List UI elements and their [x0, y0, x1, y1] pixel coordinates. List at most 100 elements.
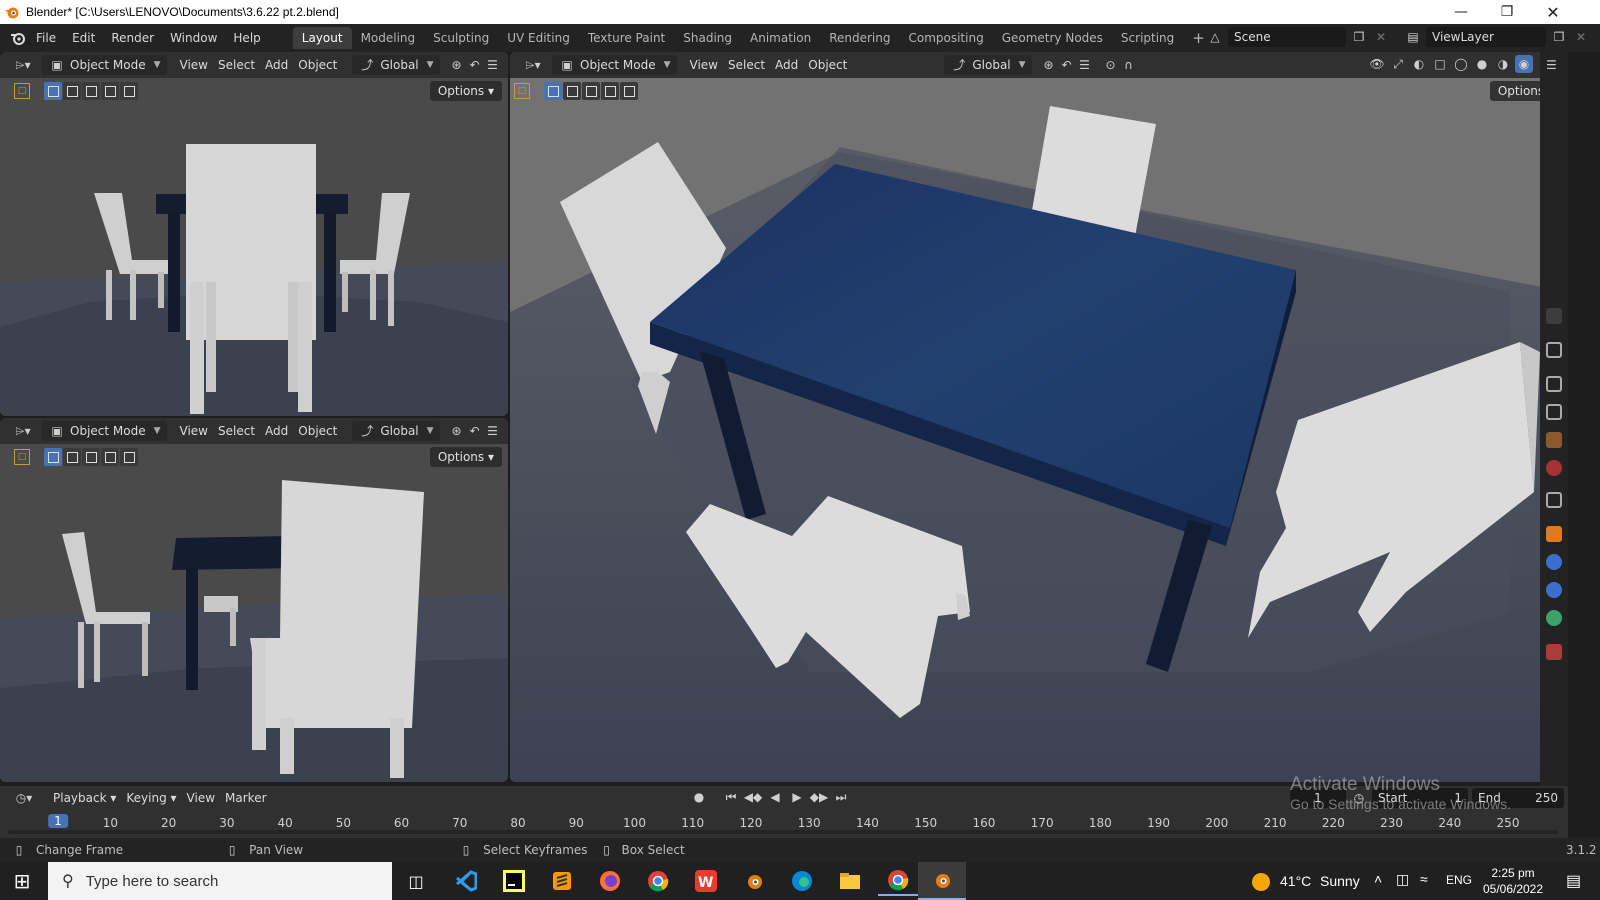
proportional-edit-icon[interactable]: ☰ [484, 56, 502, 74]
view-menu[interactable]: View [175, 55, 213, 75]
render-properties-icon[interactable] [1546, 342, 1562, 358]
select-invert-icon[interactable] [601, 82, 619, 100]
weather-sun-icon[interactable] [1252, 873, 1270, 891]
usb-device-icon[interactable]: ◫ [1396, 871, 1409, 888]
select-extend-icon[interactable] [63, 82, 81, 100]
visibility-icon[interactable]: 👁 [1368, 55, 1386, 73]
mode-dropdown[interactable]: ▣ Object Mode ▼ [42, 55, 167, 75]
orientation-dropdown[interactable]: ⤴ Global ▼ [352, 421, 440, 441]
select-new-icon[interactable] [44, 448, 62, 466]
snap-icon[interactable]: ↶ [466, 422, 484, 440]
tool-properties-icon[interactable] [1546, 308, 1562, 324]
select-box-tool-icon[interactable]: □ [514, 83, 530, 99]
select-subtract-icon[interactable] [82, 82, 100, 100]
wireframe-shading-icon[interactable]: ◯ [1452, 55, 1470, 73]
edge-icon[interactable] [782, 866, 822, 896]
viewport-scene-render[interactable] [0, 52, 508, 416]
tab-modeling[interactable]: Modeling [352, 27, 425, 49]
world-properties-icon[interactable] [1546, 460, 1562, 476]
new-scene-icon[interactable]: ❐ [1350, 28, 1368, 46]
minimize-button[interactable]: — [1438, 0, 1484, 24]
scene-properties-icon[interactable] [1546, 432, 1562, 448]
xray-icon[interactable]: □ [1431, 55, 1449, 73]
scene-name-field[interactable]: Scene [1228, 27, 1346, 47]
pivot-icon[interactable]: ⊛ [448, 422, 466, 440]
outliner-icon[interactable]: ☰ [1546, 58, 1562, 74]
wps-office-icon[interactable]: W [686, 866, 726, 896]
output-properties-icon[interactable] [1546, 376, 1562, 392]
tab-scripting[interactable]: Scripting [1112, 27, 1183, 49]
menu-window[interactable]: Window [162, 27, 225, 49]
remove-scene-icon[interactable]: ✕ [1372, 28, 1390, 46]
selection-mode-buttons[interactable] [44, 448, 138, 466]
chrome-icon[interactable] [638, 866, 678, 896]
taskbar-search-box[interactable]: ⚲ Type here to search [48, 862, 392, 900]
falloff-curve-icon[interactable]: ∩ [1120, 56, 1138, 74]
task-view-icon[interactable]: ◫ [396, 866, 436, 896]
select-subtract-icon[interactable] [82, 448, 100, 466]
view-menu[interactable]: View [685, 55, 723, 75]
viewport-scene-render[interactable] [510, 52, 1568, 782]
physics-properties-icon[interactable] [1546, 582, 1562, 598]
mode-dropdown[interactable]: ▣ Object Mode ▼ [552, 55, 677, 75]
timeline-scrollbar[interactable] [8, 830, 1558, 834]
add-menu[interactable]: Add [770, 55, 803, 75]
tab-geometry-nodes[interactable]: Geometry Nodes [993, 27, 1112, 49]
firefox-icon[interactable] [590, 866, 630, 896]
current-frame-indicator[interactable]: 1 [48, 814, 68, 828]
editor-type-icon[interactable]: ⌲▾ [10, 422, 36, 440]
select-menu[interactable]: Select [213, 421, 260, 441]
restore-button[interactable]: ❐ [1484, 0, 1530, 24]
select-box-tool-icon[interactable]: □ [14, 449, 30, 465]
viewport-main[interactable]: ⌲▾ ▣ Object Mode ▼ View Select Add Object … [510, 52, 1568, 782]
texture-properties-icon[interactable] [1546, 644, 1562, 660]
tab-uv-editing[interactable]: UV Editing [498, 27, 579, 49]
modifier-properties-icon[interactable] [1546, 554, 1562, 570]
options-dropdown[interactable]: Options ▾ [429, 447, 502, 467]
new-viewlayer-icon[interactable]: ❐ [1550, 28, 1568, 46]
viewport-top-left[interactable]: ⌲▾ ▣ Object Mode ▼ View Select Add Object … [0, 52, 508, 416]
solid-shading-icon[interactable]: ● [1473, 55, 1491, 73]
menu-edit[interactable]: Edit [64, 27, 103, 49]
select-extend-icon[interactable] [63, 448, 81, 466]
select-new-icon[interactable] [544, 82, 562, 100]
select-menu[interactable]: Select [723, 55, 770, 75]
proportional-falloff-icon[interactable]: ⊙ [1102, 56, 1120, 74]
select-intersect-icon[interactable] [620, 82, 638, 100]
options-dropdown[interactable]: Options ▾ [429, 81, 502, 101]
select-intersect-icon[interactable] [120, 448, 138, 466]
file-explorer-icon[interactable] [830, 866, 870, 896]
tab-layout[interactable]: Layout [292, 27, 352, 49]
pivot-icon[interactable]: ⊛ [448, 56, 466, 74]
taskbar-clock[interactable]: 2:25 pm 05/06/2022 [1478, 865, 1548, 897]
view-layer-properties-icon[interactable] [1546, 404, 1562, 420]
object-menu[interactable]: Object [293, 55, 342, 75]
view-menu[interactable]: View [175, 421, 213, 441]
proportional-edit-icon[interactable]: ☰ [484, 422, 502, 440]
notifications-icon[interactable]: ▤ [1566, 871, 1581, 891]
select-subtract-icon[interactable] [582, 82, 600, 100]
snap-icon[interactable]: ↶ [1058, 56, 1076, 74]
menu-file[interactable]: File [28, 27, 64, 49]
select-extend-icon[interactable] [563, 82, 581, 100]
tab-texture-paint[interactable]: Texture Paint [579, 27, 674, 49]
viewport-scene-render[interactable] [0, 418, 508, 782]
collection-properties-icon[interactable] [1546, 492, 1562, 508]
blender-menu-icon[interactable] [8, 29, 28, 47]
object-properties-icon[interactable] [1546, 526, 1562, 542]
object-menu[interactable]: Object [293, 421, 342, 441]
proportional-edit-icon[interactable]: ☰ [1076, 56, 1094, 74]
select-menu[interactable]: Select [213, 55, 260, 75]
pivot-icon[interactable]: ⊛ [1040, 56, 1058, 74]
add-menu[interactable]: Add [260, 421, 293, 441]
select-box-tool-icon[interactable]: □ [14, 83, 30, 99]
viewport-bottom-left[interactable]: ⌲▾ ▣ Object Mode ▼ View Select Add Object … [0, 418, 508, 782]
object-menu[interactable]: Object [803, 55, 852, 75]
weather-condition[interactable]: Sunny [1320, 873, 1360, 889]
menu-render[interactable]: Render [103, 27, 162, 49]
select-intersect-icon[interactable] [120, 82, 138, 100]
menu-help[interactable]: Help [225, 27, 268, 49]
add-menu[interactable]: Add [260, 55, 293, 75]
tab-sculpting[interactable]: Sculpting [424, 27, 498, 49]
windows-start-icon[interactable]: ⊞ [2, 866, 42, 896]
